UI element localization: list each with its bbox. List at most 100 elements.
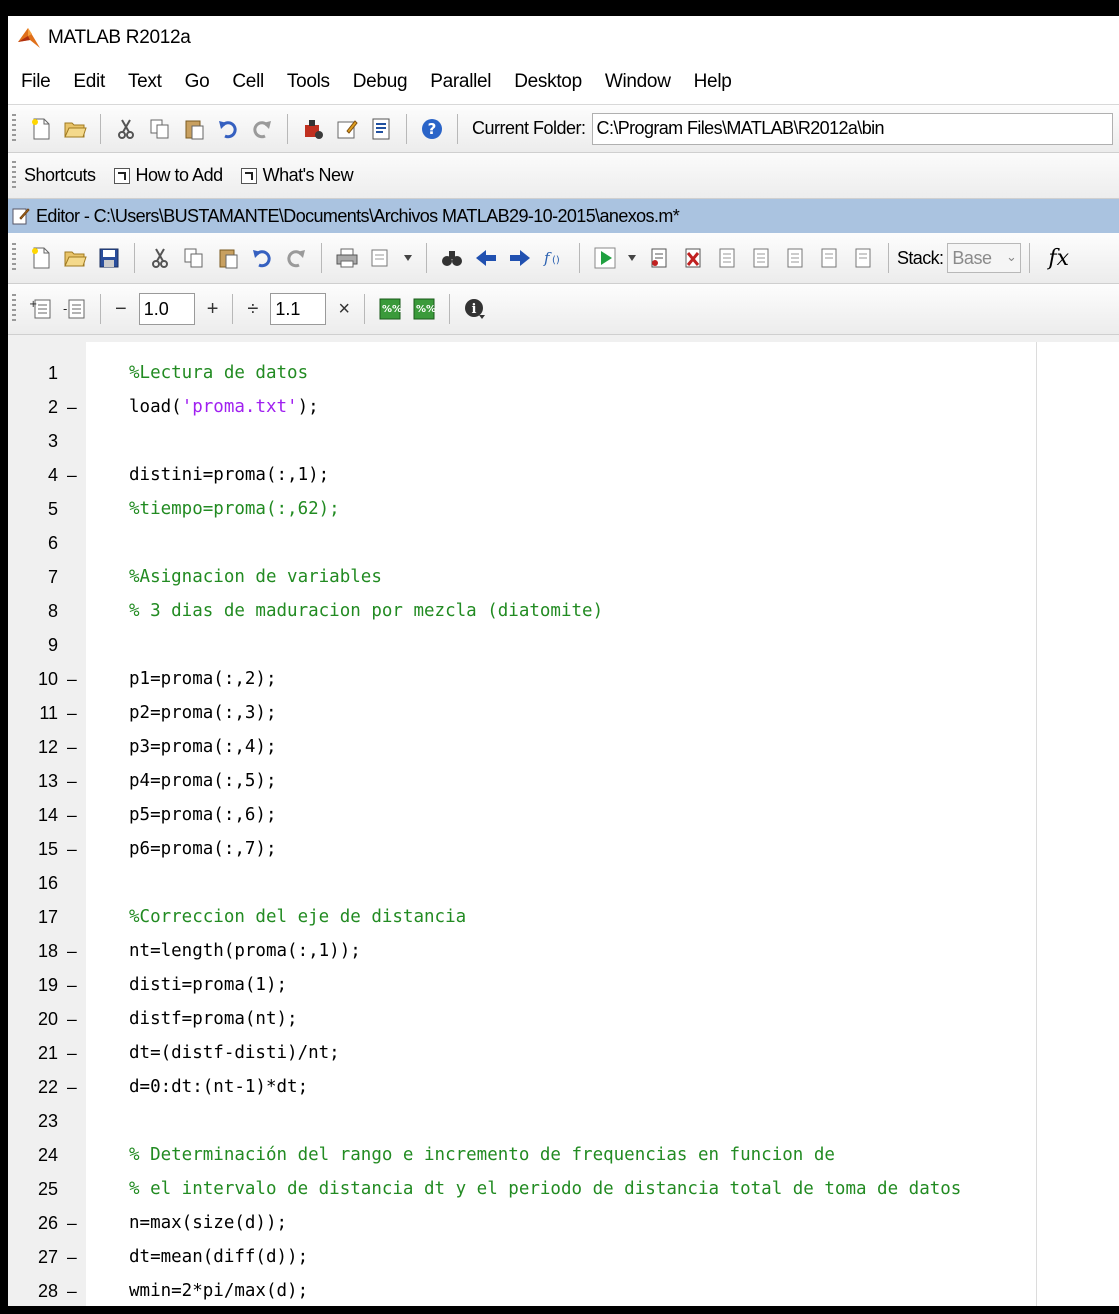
chevron-down-icon[interactable]: [626, 245, 638, 271]
clear-breakpoints-icon[interactable]: [680, 245, 706, 271]
menu-edit[interactable]: Edit: [70, 67, 108, 97]
publish-icon[interactable]: [368, 245, 394, 271]
exit-debug-icon[interactable]: [850, 245, 876, 271]
line-number[interactable]: 8: [8, 594, 58, 628]
code-line[interactable]: 21– dt=(distf-disti)/nt;: [8, 1036, 1119, 1070]
breakpoint-marker[interactable]: –: [67, 1240, 77, 1274]
code-line[interactable]: 13– p4=proma(:,5);: [8, 764, 1119, 798]
code-line[interactable]: 25 % el intervalo de distancia dt y el pe…: [8, 1172, 1119, 1206]
menu-window[interactable]: Window: [602, 67, 674, 97]
open-folder-icon[interactable]: [62, 116, 88, 142]
find-icon[interactable]: [439, 245, 465, 271]
line-number[interactable]: 11: [8, 696, 58, 730]
save-icon[interactable]: [96, 245, 122, 271]
undo-icon[interactable]: [249, 245, 275, 271]
line-number[interactable]: 27: [8, 1240, 58, 1274]
line-number[interactable]: 21: [8, 1036, 58, 1070]
code-line[interactable]: 11– p2=proma(:,3);: [8, 696, 1119, 730]
editor-toolbar-grip[interactable]: [12, 243, 16, 273]
code-line[interactable]: 10– p1=proma(:,2);: [8, 662, 1119, 696]
line-number[interactable]: 23: [8, 1104, 58, 1138]
copy-icon[interactable]: [147, 116, 173, 142]
line-number[interactable]: 5: [8, 492, 58, 526]
code-line[interactable]: 8 % 3 dias de maduracion por mezcla (diat…: [8, 594, 1119, 628]
line-number[interactable]: 16: [8, 866, 58, 900]
continue-icon[interactable]: [816, 245, 842, 271]
menu-desktop[interactable]: Desktop: [511, 67, 585, 97]
remove-cell-divider-icon[interactable]: -: [62, 296, 88, 322]
line-number[interactable]: 24: [8, 1138, 58, 1172]
simulink-icon[interactable]: [300, 116, 326, 142]
function-browser-icon[interactable]: f(): [541, 245, 567, 271]
code-line[interactable]: 28– wmin=2*pi/max(d);: [8, 1274, 1119, 1306]
line-number[interactable]: 9: [8, 628, 58, 662]
insert-cell-divider-icon[interactable]: +: [28, 296, 54, 322]
menu-parallel[interactable]: Parallel: [427, 67, 494, 97]
code-line[interactable]: 5 %tiempo=proma(:,62);: [8, 492, 1119, 526]
line-number[interactable]: 25: [8, 1172, 58, 1206]
line-number[interactable]: 13: [8, 764, 58, 798]
code-line[interactable]: 2– load('proma.txt');: [8, 390, 1119, 424]
menu-text[interactable]: Text: [125, 67, 165, 97]
step-in-icon[interactable]: [748, 245, 774, 271]
evaluate-cell-icon[interactable]: %%: [377, 296, 403, 322]
arrow-left-icon[interactable]: [473, 245, 499, 271]
breakpoint-marker[interactable]: –: [67, 934, 77, 968]
cut-icon[interactable]: [113, 116, 139, 142]
set-breakpoint-icon[interactable]: [646, 245, 672, 271]
breakpoint-marker[interactable]: –: [67, 798, 77, 832]
line-number[interactable]: 26: [8, 1206, 58, 1240]
breakpoint-marker[interactable]: –: [67, 458, 77, 492]
current-folder-input[interactable]: C:\Program Files\MATLAB\R2012a\bin: [591, 112, 1113, 145]
line-number[interactable]: 3: [8, 424, 58, 458]
redo-icon[interactable]: [283, 245, 309, 271]
stack-select[interactable]: Base ⌄: [947, 243, 1022, 273]
breakpoint-marker[interactable]: –: [67, 1274, 77, 1306]
new-file-icon[interactable]: [28, 245, 54, 271]
arrow-right-icon[interactable]: [507, 245, 533, 271]
line-number[interactable]: 17: [8, 900, 58, 934]
cut-icon[interactable]: [147, 245, 173, 271]
code-line[interactable]: 19– disti=proma(1);: [8, 968, 1119, 1002]
run-icon[interactable]: [592, 245, 618, 271]
chevron-down-icon[interactable]: [402, 245, 414, 271]
line-number[interactable]: 4: [8, 458, 58, 492]
code-line[interactable]: 15– p6=proma(:,7);: [8, 832, 1119, 866]
code-line[interactable]: 17 %Correccion del eje de distancia: [8, 900, 1119, 934]
evaluate-cell-advance-icon[interactable]: %%: [411, 296, 437, 322]
menu-debug[interactable]: Debug: [350, 67, 411, 97]
line-number[interactable]: 10: [8, 662, 58, 696]
guide-icon[interactable]: [334, 116, 360, 142]
line-number[interactable]: 12: [8, 730, 58, 764]
code-line[interactable]: 22– d=0:dt:(nt-1)*dt;: [8, 1070, 1119, 1104]
cell-value-input-1[interactable]: 1.0: [138, 293, 195, 325]
breakpoint-marker[interactable]: –: [67, 1206, 77, 1240]
help-icon[interactable]: ?: [419, 116, 445, 142]
print-icon[interactable]: [334, 245, 360, 271]
code-line[interactable]: 3: [8, 424, 1119, 458]
line-number[interactable]: 2: [8, 390, 58, 424]
divide-button[interactable]: ÷: [247, 298, 258, 321]
menu-file[interactable]: File: [18, 67, 53, 97]
fx-icon[interactable]: fx: [1048, 246, 1069, 271]
paste-icon[interactable]: [215, 245, 241, 271]
line-number[interactable]: 6: [8, 526, 58, 560]
line-number[interactable]: 19: [8, 968, 58, 1002]
line-number[interactable]: 20: [8, 1002, 58, 1036]
code-line[interactable]: 24 % Determinación del rango e incremento…: [8, 1138, 1119, 1172]
step-icon[interactable]: [714, 245, 740, 271]
line-number[interactable]: 7: [8, 560, 58, 594]
menu-go[interactable]: Go: [182, 67, 213, 97]
breakpoint-marker[interactable]: –: [67, 832, 77, 866]
copy-icon[interactable]: [181, 245, 207, 271]
code-line[interactable]: 20– distf=proma(nt);: [8, 1002, 1119, 1036]
info-icon[interactable]: i: [462, 296, 488, 322]
increment-button[interactable]: +: [207, 298, 219, 321]
new-file-icon[interactable]: [28, 116, 54, 142]
line-number[interactable]: 18: [8, 934, 58, 968]
line-number[interactable]: 28: [8, 1274, 58, 1306]
shortcuts-grip[interactable]: [12, 160, 16, 191]
code-line[interactable]: 26– n=max(size(d));: [8, 1206, 1119, 1240]
toolbar-grip[interactable]: [12, 113, 16, 144]
shortcut-whats-new[interactable]: What's New: [239, 165, 354, 186]
